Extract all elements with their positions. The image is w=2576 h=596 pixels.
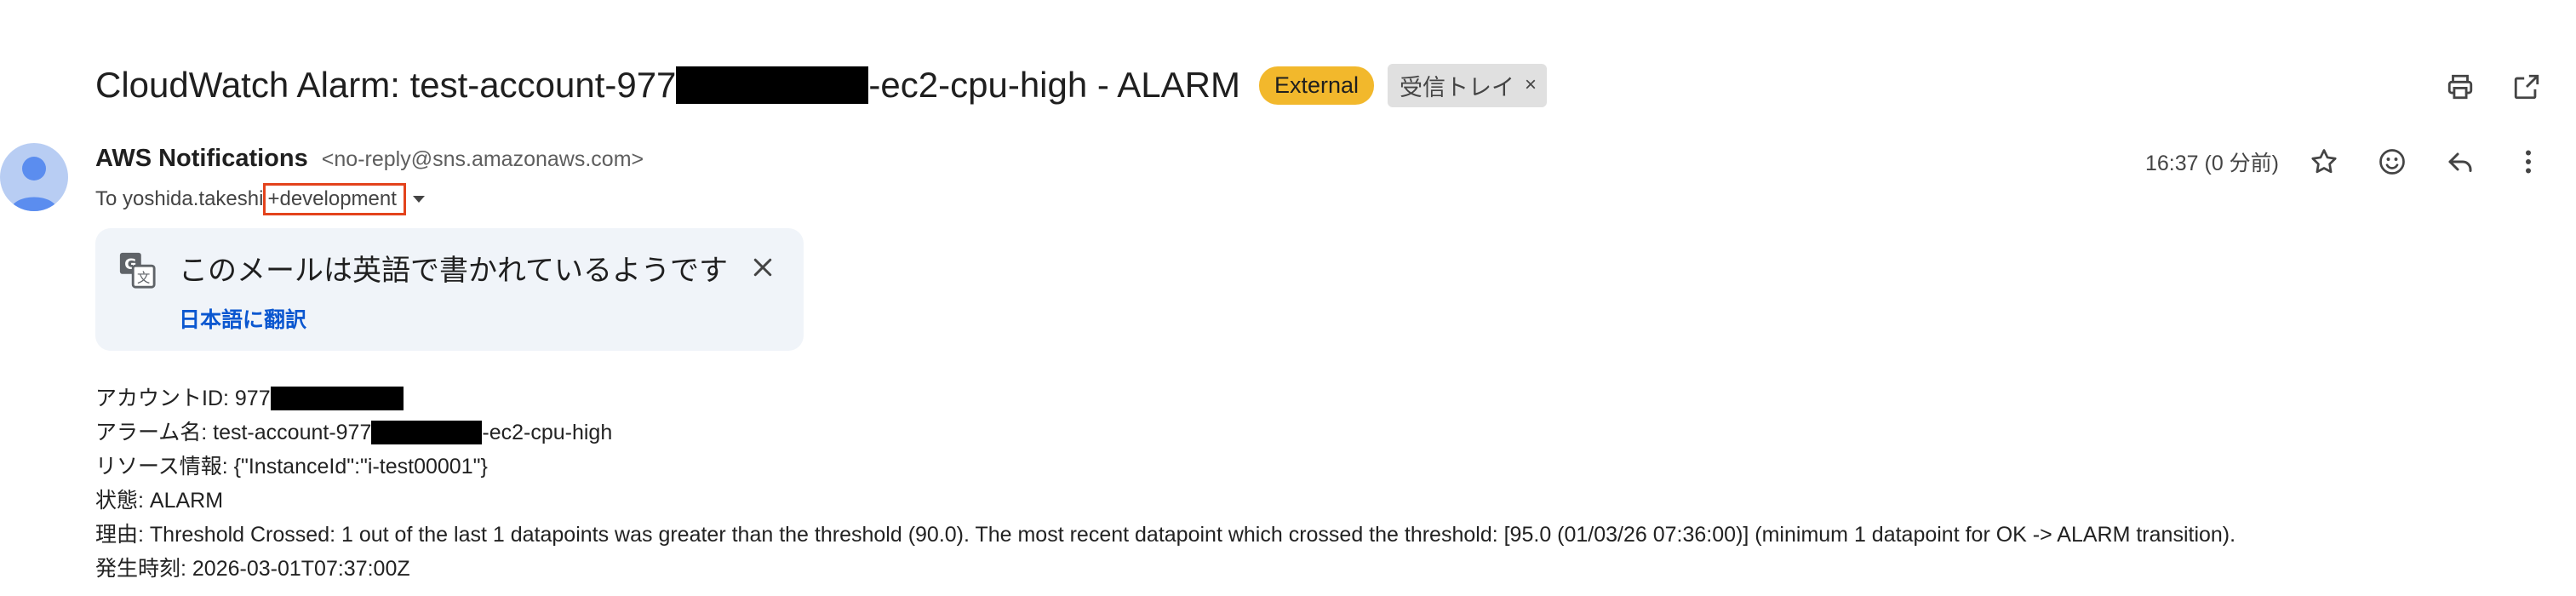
translate-link[interactable]: 日本語に翻訳 xyxy=(179,303,306,334)
redaction-bar xyxy=(676,66,869,104)
sender-email: <no-reply@sns.amazonaws.com> xyxy=(321,147,644,171)
sender-line: AWS Notifications <no-reply@sns.amazonaw… xyxy=(95,145,644,173)
alarm-name-prefix: アラーム名: test-account-977 xyxy=(95,421,372,444)
body-line-state: 状態: ALARM xyxy=(95,489,224,513)
email-body: アカウントID: 977 アラーム名: test-account-977 -ec… xyxy=(95,381,2235,586)
more-options-button[interactable] xyxy=(2508,141,2549,182)
close-translate-button[interactable] xyxy=(742,247,783,288)
print-icon xyxy=(2447,74,2473,100)
recipient-prefix: To yoshida.takeshi xyxy=(95,187,264,210)
inbox-label-chip: 受信トレイ × xyxy=(1388,63,1548,107)
svg-text:文: 文 xyxy=(137,270,150,285)
subject-suffix: -ec2-cpu-high - ALARM xyxy=(868,65,1240,105)
recipient-line: To yoshida.takeshi +development xyxy=(95,183,426,215)
emoji-icon xyxy=(2379,149,2405,175)
body-line-alarm-name: アラーム名: test-account-977 -ec2-cpu-high xyxy=(95,415,2235,450)
avatar-icon xyxy=(10,157,58,211)
close-icon xyxy=(753,258,772,277)
redaction-bar xyxy=(270,387,404,410)
sender-avatar xyxy=(0,143,68,211)
translate-banner: G 文 このメールは英語で書かれているようです 日本語に翻訳 xyxy=(95,228,804,351)
body-line-reason: 理由: Threshold Crossed: 1 out of the last… xyxy=(95,523,2236,547)
email-subject: CloudWatch Alarm: test-account-977 -ec2-… xyxy=(95,65,1240,106)
print-button[interactable] xyxy=(2440,66,2481,107)
account-id-text: アカウントID: 977 xyxy=(95,387,271,410)
translate-icon: G 文 xyxy=(119,252,156,289)
email-timestamp: 16:37 (0 分前) xyxy=(2145,152,2280,175)
recipient-highlight: +development xyxy=(263,183,406,215)
email-subject-row: CloudWatch Alarm: test-account-977 -ec2-… xyxy=(95,54,1548,116)
reply-button[interactable] xyxy=(2440,141,2481,182)
star-icon xyxy=(2311,149,2337,174)
sender-name[interactable]: AWS Notifications xyxy=(95,145,308,172)
external-badge: External xyxy=(1258,66,1374,105)
translate-message: このメールは英語で書かれているようです xyxy=(179,255,728,287)
recipient-details-toggle[interactable] xyxy=(411,191,426,209)
more-vert-icon xyxy=(2526,150,2531,174)
redaction-bar xyxy=(371,421,483,444)
remove-label-button[interactable]: × xyxy=(1525,73,1537,97)
body-line-account: アカウントID: 977 xyxy=(95,381,2235,415)
body-line-occurred: 発生時刻: 2026-03-01T07:37:00Z xyxy=(95,557,410,581)
star-button[interactable] xyxy=(2304,141,2344,182)
reply-icon xyxy=(2448,152,2472,172)
open-in-new-window-icon xyxy=(2514,74,2539,100)
body-line-resource: リソース情報: {"InstanceId":"i-test00001"} xyxy=(95,455,488,479)
open-in-new-window-button[interactable] xyxy=(2506,66,2547,107)
inbox-label-text: 受信トレイ xyxy=(1400,74,1514,100)
subject-prefix: CloudWatch Alarm: test-account-977 xyxy=(95,65,677,105)
alarm-name-suffix: -ec2-cpu-high xyxy=(482,421,613,444)
emoji-reaction-button[interactable] xyxy=(2372,141,2413,182)
caret-down-icon xyxy=(412,195,425,203)
